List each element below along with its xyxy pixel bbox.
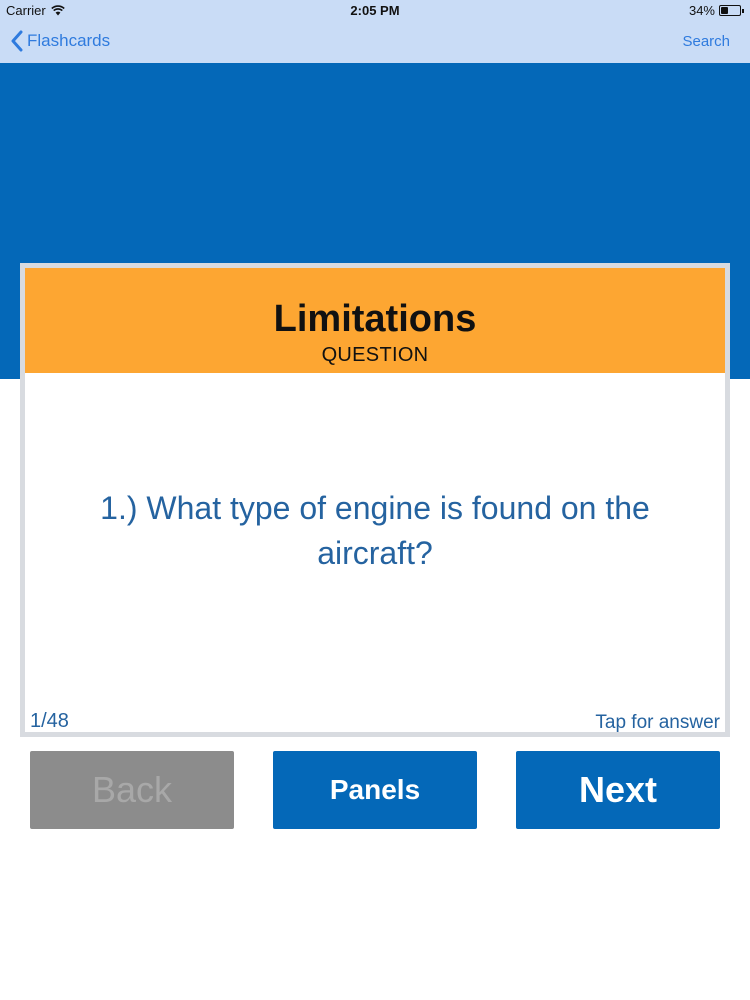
search-link[interactable]: Search	[682, 33, 730, 50]
battery-indicator: 34%	[689, 3, 744, 18]
carrier-indicator: Carrier	[6, 3, 65, 18]
battery-percent: 34%	[688, 3, 715, 18]
status-bar: Carrier 2:05 PM 34%	[0, 0, 750, 22]
navigation-bar: Flashcards Search	[0, 22, 750, 63]
next-button[interactable]: Next	[516, 751, 720, 829]
back-button[interactable]: Back	[30, 751, 234, 829]
back-to-flashcards-link[interactable]: Flashcards	[10, 30, 110, 52]
panels-button[interactable]: Panels	[273, 751, 477, 829]
battery-level-fill	[721, 7, 728, 14]
battery-icon	[719, 5, 741, 16]
flashcard[interactable]: Limitations QUESTION 1.) What type of en…	[20, 263, 730, 737]
card-category-title: Limitations	[273, 298, 477, 340]
carrier-label: Carrier	[6, 3, 46, 18]
card-progress: 1/48	[30, 710, 69, 732]
flashcard-header: Limitations QUESTION	[25, 268, 725, 373]
flashcard-body: Limitations QUESTION 1.) What type of en…	[25, 268, 725, 733]
back-link-label: Flashcards	[27, 31, 111, 50]
question-text: 1.) What type of engine is found on the …	[100, 490, 650, 571]
tap-for-answer-hint: Tap for answer	[595, 712, 720, 733]
card-side-label: QUESTION	[321, 344, 429, 366]
battery-tip	[742, 8, 744, 13]
status-time: 2:05 PM	[350, 3, 400, 18]
wifi-icon	[50, 5, 65, 16]
chevron-left-icon	[11, 30, 23, 52]
